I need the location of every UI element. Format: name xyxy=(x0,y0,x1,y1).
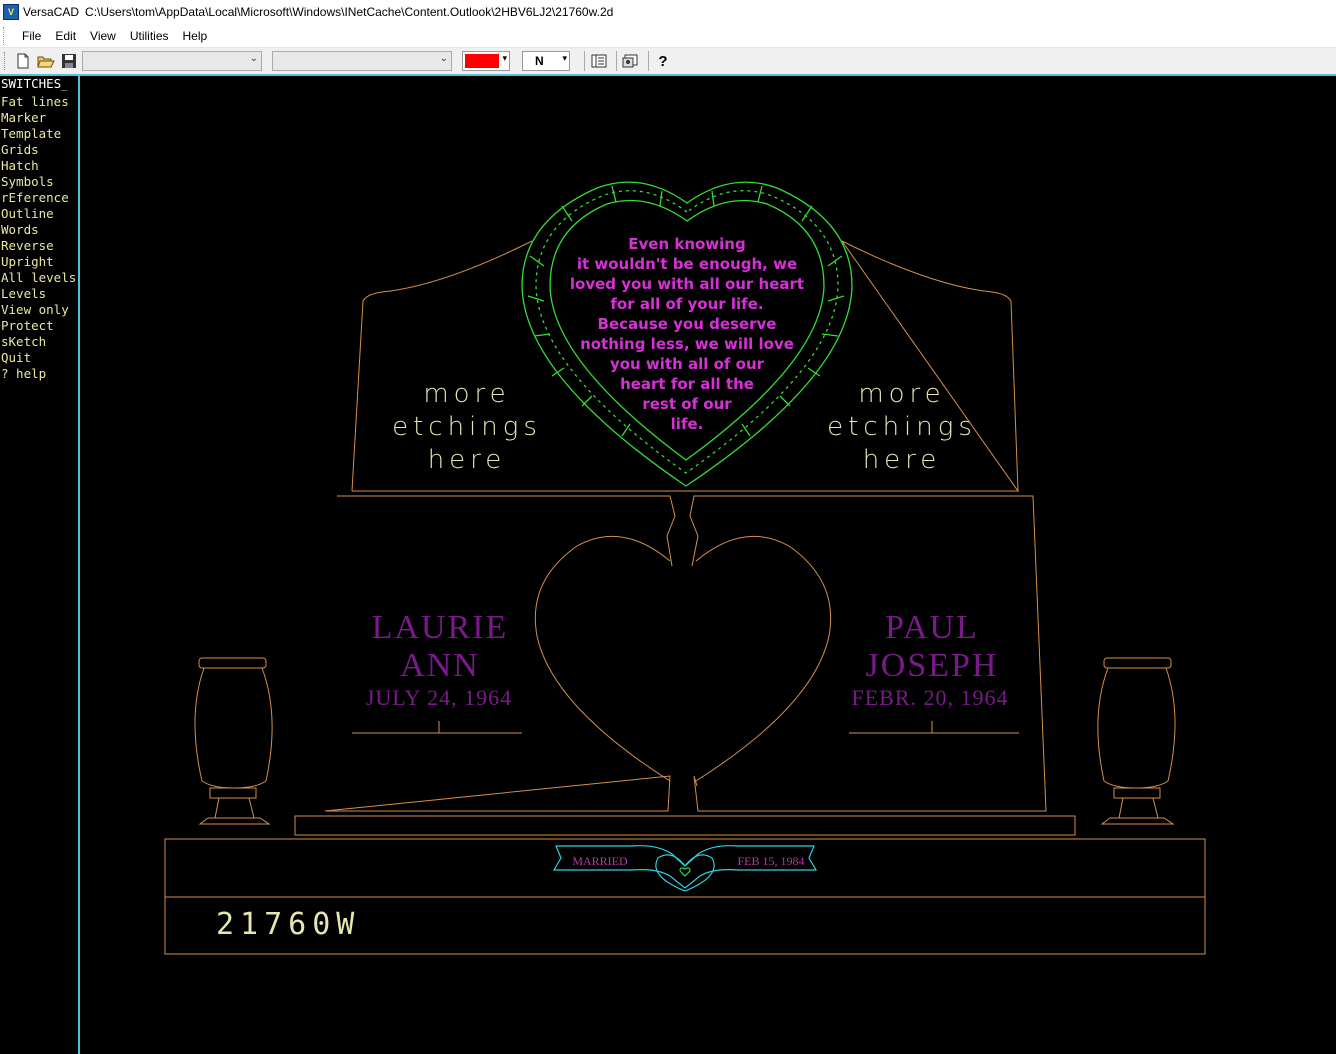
toolbar-separator xyxy=(648,51,649,71)
switches-menu: SWITCHES_ Fat lines Marker Template Grid… xyxy=(0,76,80,1054)
sub-base-ledge xyxy=(294,815,1076,836)
menu-help[interactable]: Help xyxy=(176,29,215,43)
new-file-icon[interactable] xyxy=(13,51,33,71)
name-right-line: PAUL xyxy=(885,609,979,646)
verse-group-line: rest of our xyxy=(642,395,732,413)
etch-left-line: etchings xyxy=(392,412,542,442)
chevron-down-icon: ⌄ xyxy=(439,53,448,64)
switch-quit[interactable]: Quit xyxy=(0,350,78,366)
verse-group-line: loved you with all our heart xyxy=(570,275,804,293)
right-vase xyxy=(1097,657,1176,825)
name-right-line: JOSEPH xyxy=(866,647,999,684)
switch-reference[interactable]: rEference xyxy=(0,190,78,206)
die-heart xyxy=(534,535,832,782)
etch-right-line: here xyxy=(863,445,942,475)
color-selector[interactable]: ▾ xyxy=(462,51,510,71)
ribbon-married-text: MARRIED xyxy=(572,854,628,868)
verse-group-line: for all of your life. xyxy=(610,295,763,313)
save-icon[interactable] xyxy=(59,51,79,71)
name-left-line: LAURIE xyxy=(372,609,509,646)
switch-help[interactable]: ? help xyxy=(0,366,78,382)
switch-grids[interactable]: Grids xyxy=(0,142,78,158)
open-folder-icon[interactable] xyxy=(36,51,56,71)
help-icon[interactable]: ? xyxy=(653,51,673,71)
verse-group-line: you with all of our xyxy=(610,355,765,373)
menu-view[interactable]: View xyxy=(83,29,123,43)
etch-left-line: more xyxy=(423,379,510,409)
versacad-app-icon: V xyxy=(3,4,19,20)
switch-levels[interactable]: Levels xyxy=(0,286,78,302)
menu-grip xyxy=(3,26,7,45)
dropdown-arrow-icon: ▾ xyxy=(562,53,567,63)
line-style-value: N xyxy=(535,54,544,68)
switch-reverse[interactable]: Reverse xyxy=(0,238,78,254)
left-name: LAURIEANNJULY 24, 1964 xyxy=(366,609,512,710)
line-style-selector[interactable]: N ▾ xyxy=(522,51,570,71)
title-bar: V VersaCAD C:\Users\tom\AppData\Local\Mi… xyxy=(0,0,1336,24)
switch-protect[interactable]: Protect xyxy=(0,318,78,334)
married-ribbon-emblem xyxy=(552,845,818,892)
switch-words[interactable]: Words xyxy=(0,222,78,238)
file-path: C:\Users\tom\AppData\Local\Microsoft\Win… xyxy=(85,5,614,19)
color-swatch xyxy=(465,54,499,68)
switch-all-levels[interactable]: All levels xyxy=(0,270,78,286)
verse-group-line: it wouldn't be enough, we xyxy=(577,255,797,273)
switch-view-only[interactable]: View only xyxy=(0,302,78,318)
layout-icon[interactable] xyxy=(589,51,609,71)
switch-symbols[interactable]: Symbols xyxy=(0,174,78,190)
verse-group-line: nothing less, we will love xyxy=(580,335,794,353)
menu-edit[interactable]: Edit xyxy=(48,29,83,43)
switch-hatch[interactable]: Hatch xyxy=(0,158,78,174)
left-vase xyxy=(194,657,273,825)
name-left-line: JULY 24, 1964 xyxy=(366,685,512,710)
menu-bar: File Edit View Utilities Help xyxy=(0,24,1336,48)
app-name: VersaCAD xyxy=(23,5,80,19)
switch-upright[interactable]: Upright xyxy=(0,254,78,270)
switch-outline[interactable]: Outline xyxy=(0,206,78,222)
menu-file[interactable]: File xyxy=(15,29,48,43)
switches-heading: SWITCHES_ xyxy=(1,76,68,91)
properties-icon[interactable] xyxy=(621,51,641,71)
toolbar: ⌄ ⌄ ▾ N ▾ ? xyxy=(0,48,1336,76)
verse-group-line: Because you deserve xyxy=(598,315,777,333)
chevron-down-icon: ⌄ xyxy=(249,53,258,64)
verse-group-line: life. xyxy=(671,415,704,433)
etch-left-line: here xyxy=(428,445,507,475)
verse-group-line: Even knowing xyxy=(628,235,745,253)
toolbar-separator xyxy=(584,51,585,71)
right-name: PAULJOSEPHFEBR. 20, 1964 xyxy=(851,609,1008,710)
ribbon-date-text: FEB 15, 1984 xyxy=(737,854,804,868)
switch-marker[interactable]: Marker xyxy=(0,110,78,126)
left-etching-placeholder: moreetchingshere xyxy=(392,379,542,475)
verse-text: Even knowing it wouldn't be enough, we lov… xyxy=(570,235,804,433)
switch-fat-lines[interactable]: Fat lines xyxy=(0,94,78,110)
level-combo[interactable]: ⌄ xyxy=(82,51,262,71)
name-underlines xyxy=(352,721,1019,734)
switch-template[interactable]: Template xyxy=(0,126,78,142)
dropdown-arrow-icon: ▾ xyxy=(502,53,507,63)
toolbar-separator xyxy=(616,51,617,71)
layer-combo[interactable]: ⌄ xyxy=(272,51,452,71)
part-number-text: 21760W xyxy=(216,907,360,942)
verse-group-line: heart for all the xyxy=(620,375,754,393)
right-etching-placeholder: moreetchingshere xyxy=(827,379,977,475)
name-right-line: FEBR. 20, 1964 xyxy=(851,685,1008,710)
drawing-canvas[interactable]: Even knowing it wouldn't be enough, we lov… xyxy=(82,76,1336,1054)
menu-utilities[interactable]: Utilities xyxy=(123,29,176,43)
etch-right-line: etchings xyxy=(827,412,977,442)
drawing-svg[interactable]: Even knowing it wouldn't be enough, we lov… xyxy=(82,76,1336,1054)
etch-right-line: more xyxy=(858,379,945,409)
switch-sketch[interactable]: sKetch xyxy=(0,334,78,350)
toolbar-grip xyxy=(4,52,7,70)
name-left-line: ANN xyxy=(400,647,480,684)
